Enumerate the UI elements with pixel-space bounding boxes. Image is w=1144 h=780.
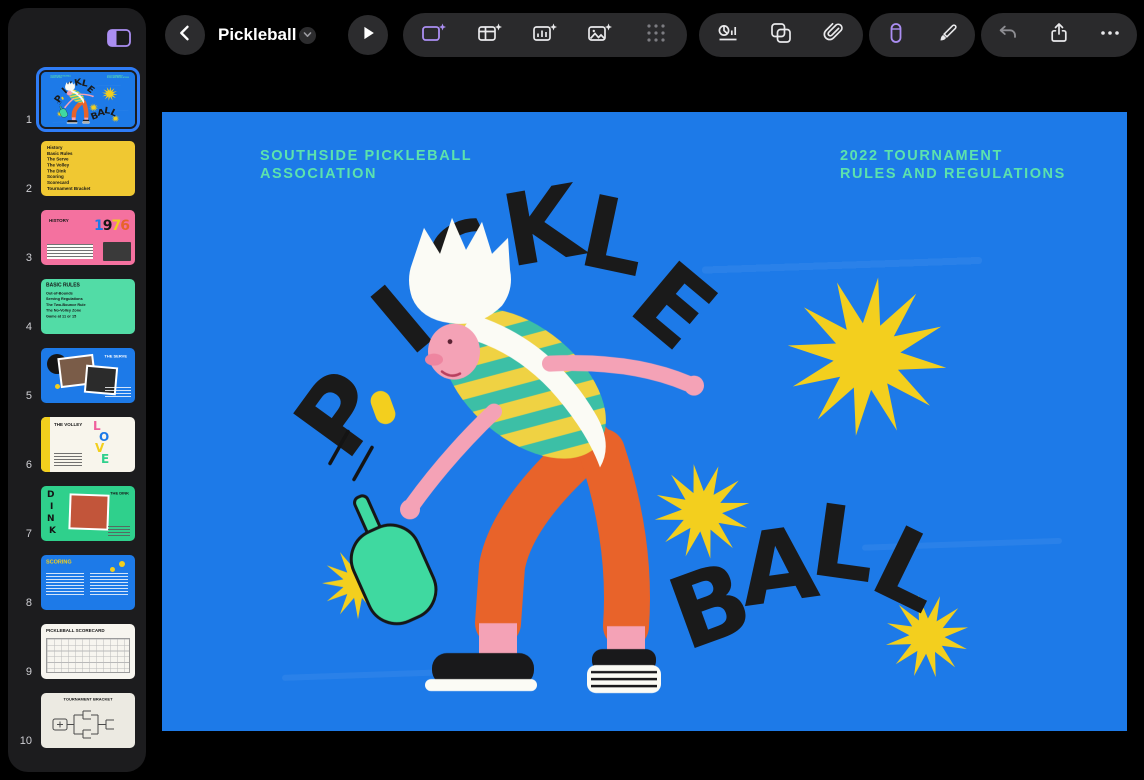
shapes-icon — [769, 21, 793, 50]
bracket-title: TOURNAMENT BRACKET — [41, 697, 135, 702]
slide-number-7: 7 — [8, 528, 36, 546]
slide-number-6: 6 — [8, 459, 36, 477]
scorecard-table — [46, 638, 130, 673]
slide-row-10: 10 TOURNAMENT BRACKET — [8, 688, 146, 753]
slide-number-9: 9 — [8, 666, 36, 684]
sidebar-toggle-button[interactable] — [100, 22, 138, 58]
slide-thumbnail-1[interactable] — [41, 72, 135, 127]
love-letters: L O V E — [93, 421, 109, 465]
style-group — [869, 13, 975, 57]
slide-number-10: 10 — [8, 735, 36, 753]
back-button[interactable] — [165, 15, 205, 55]
dink-text-block — [108, 526, 130, 536]
format-brush-button[interactable] — [924, 13, 972, 57]
apps-grid-icon — [645, 22, 667, 49]
slide-row-7: 7 D I N K THE DINK — [8, 481, 146, 546]
scoring-ball-2 — [110, 567, 115, 572]
slide-number-4: 4 — [8, 321, 36, 339]
shapes-button[interactable] — [757, 13, 805, 57]
slide-number-3: 3 — [8, 252, 36, 270]
more-button[interactable] — [1086, 13, 1134, 57]
slide-row-9: 9 PICKLEBALL SCORECARD — [8, 619, 146, 684]
attachment-button[interactable] — [810, 13, 858, 57]
add-slide-button[interactable] — [410, 13, 458, 57]
slide-number-5: 5 — [8, 390, 36, 408]
share-button[interactable] — [1035, 13, 1083, 57]
actions-group — [981, 13, 1137, 57]
slide-thumbnail-3[interactable]: HISTORY 1976 — [41, 210, 135, 265]
insert-group — [403, 13, 687, 57]
bracket-diagram — [51, 707, 125, 743]
charts-button[interactable] — [704, 13, 752, 57]
play-icon — [359, 24, 377, 47]
apps-grid-button[interactable] — [632, 13, 680, 57]
insert-table-icon — [477, 21, 503, 50]
play-button[interactable] — [348, 15, 388, 55]
scoring-ball-1 — [119, 561, 125, 567]
basic-rules-title: BASIC RULES — [46, 283, 135, 289]
slide-row-4: 4 BASIC RULES Out-of-Bounds Serving Regu… — [8, 274, 146, 339]
slide-row-5: 5 THE SERVE — [8, 343, 146, 408]
document-title[interactable]: Pickleball — [218, 25, 296, 45]
slide-thumbnail-9[interactable]: PICKLEBALL SCORECARD — [41, 624, 135, 679]
slide-number-2: 2 — [8, 183, 36, 201]
scoring-text-col2 — [90, 573, 128, 595]
dink-photo — [68, 493, 109, 530]
slide-canvas[interactable] — [162, 112, 1127, 731]
dink-letters: D I N K — [47, 489, 56, 537]
undo-button[interactable] — [984, 13, 1032, 57]
charts-icon — [716, 21, 740, 50]
serve-title: THE SERVE — [79, 354, 127, 359]
format-brush-icon — [936, 21, 960, 50]
serve-text-block — [105, 387, 131, 398]
slide-thumbnail-7[interactable]: D I N K THE DINK — [41, 486, 135, 541]
serve-ball — [55, 384, 60, 389]
slide-number-1: 1 — [8, 114, 36, 132]
title-menu-button[interactable] — [299, 27, 316, 44]
selection-ring — [36, 67, 140, 132]
chevron-down-icon — [302, 27, 313, 45]
insert-photo-button[interactable] — [576, 13, 624, 57]
slide-thumbnail-10[interactable]: TOURNAMENT BRACKET — [41, 693, 135, 748]
insert-photo-icon — [587, 21, 613, 50]
object-group — [699, 13, 863, 57]
scoring-text-col1 — [46, 573, 84, 595]
dink-title: THE DINK — [81, 491, 129, 496]
slide-row-1: 1 — [8, 67, 146, 132]
sidebar-toggle-icon — [106, 26, 132, 55]
slide-row-2: 2 History Basic Rules The Serve The Voll… — [8, 136, 146, 201]
slide-thumbnail-4[interactable]: BASIC RULES Out-of-Bounds Serving Regula… — [41, 279, 135, 334]
scorecard-title: PICKLEBALL SCORECARD — [46, 628, 131, 633]
insert-table-button[interactable] — [466, 13, 514, 57]
slide-row-6: 6 THE VOLLEY L O V E — [8, 412, 146, 477]
volley-band — [41, 417, 50, 472]
slide-number-8: 8 — [8, 597, 36, 615]
back-chevron-icon — [175, 23, 195, 48]
toolbar: Pickleball — [0, 0, 1144, 70]
insert-chart-icon — [532, 21, 558, 50]
slide-row-3: 3 HISTORY 1976 — [8, 205, 146, 270]
agenda-items: History Basic Rules The Serve The Volley… — [41, 141, 135, 192]
shape-tool-button[interactable] — [872, 13, 920, 57]
history-photo — [103, 242, 131, 261]
paperclip-icon — [822, 21, 846, 50]
slide-navigator: 1 2 History Basic Rules The Serve The Vo… — [8, 8, 146, 772]
year-1976: 1976 — [94, 218, 129, 234]
basic-rules-items: Out-of-Bounds Serving Regulations The Tw… — [46, 291, 135, 319]
undo-icon — [996, 21, 1020, 50]
add-slide-icon — [421, 21, 447, 50]
volley-text-block — [54, 453, 82, 466]
slide-thumbnail-2[interactable]: History Basic Rules The Serve The Volley… — [41, 141, 135, 196]
slide-row-8: 8 SCORING — [8, 550, 146, 615]
thumbnail-list: 1 2 History Basic Rules The Serve The Vo… — [8, 67, 146, 757]
share-icon — [1047, 21, 1071, 50]
shape-tool-icon — [884, 21, 908, 50]
slide-1-artwork — [162, 112, 1127, 731]
history-text-block — [45, 242, 95, 261]
slide-thumbnail-5[interactable]: THE SERVE — [41, 348, 135, 403]
slide-thumbnail-8[interactable]: SCORING — [41, 555, 135, 610]
more-icon — [1098, 21, 1122, 50]
slide-thumbnail-6[interactable]: THE VOLLEY L O V E — [41, 417, 135, 472]
insert-chart-button[interactable] — [521, 13, 569, 57]
